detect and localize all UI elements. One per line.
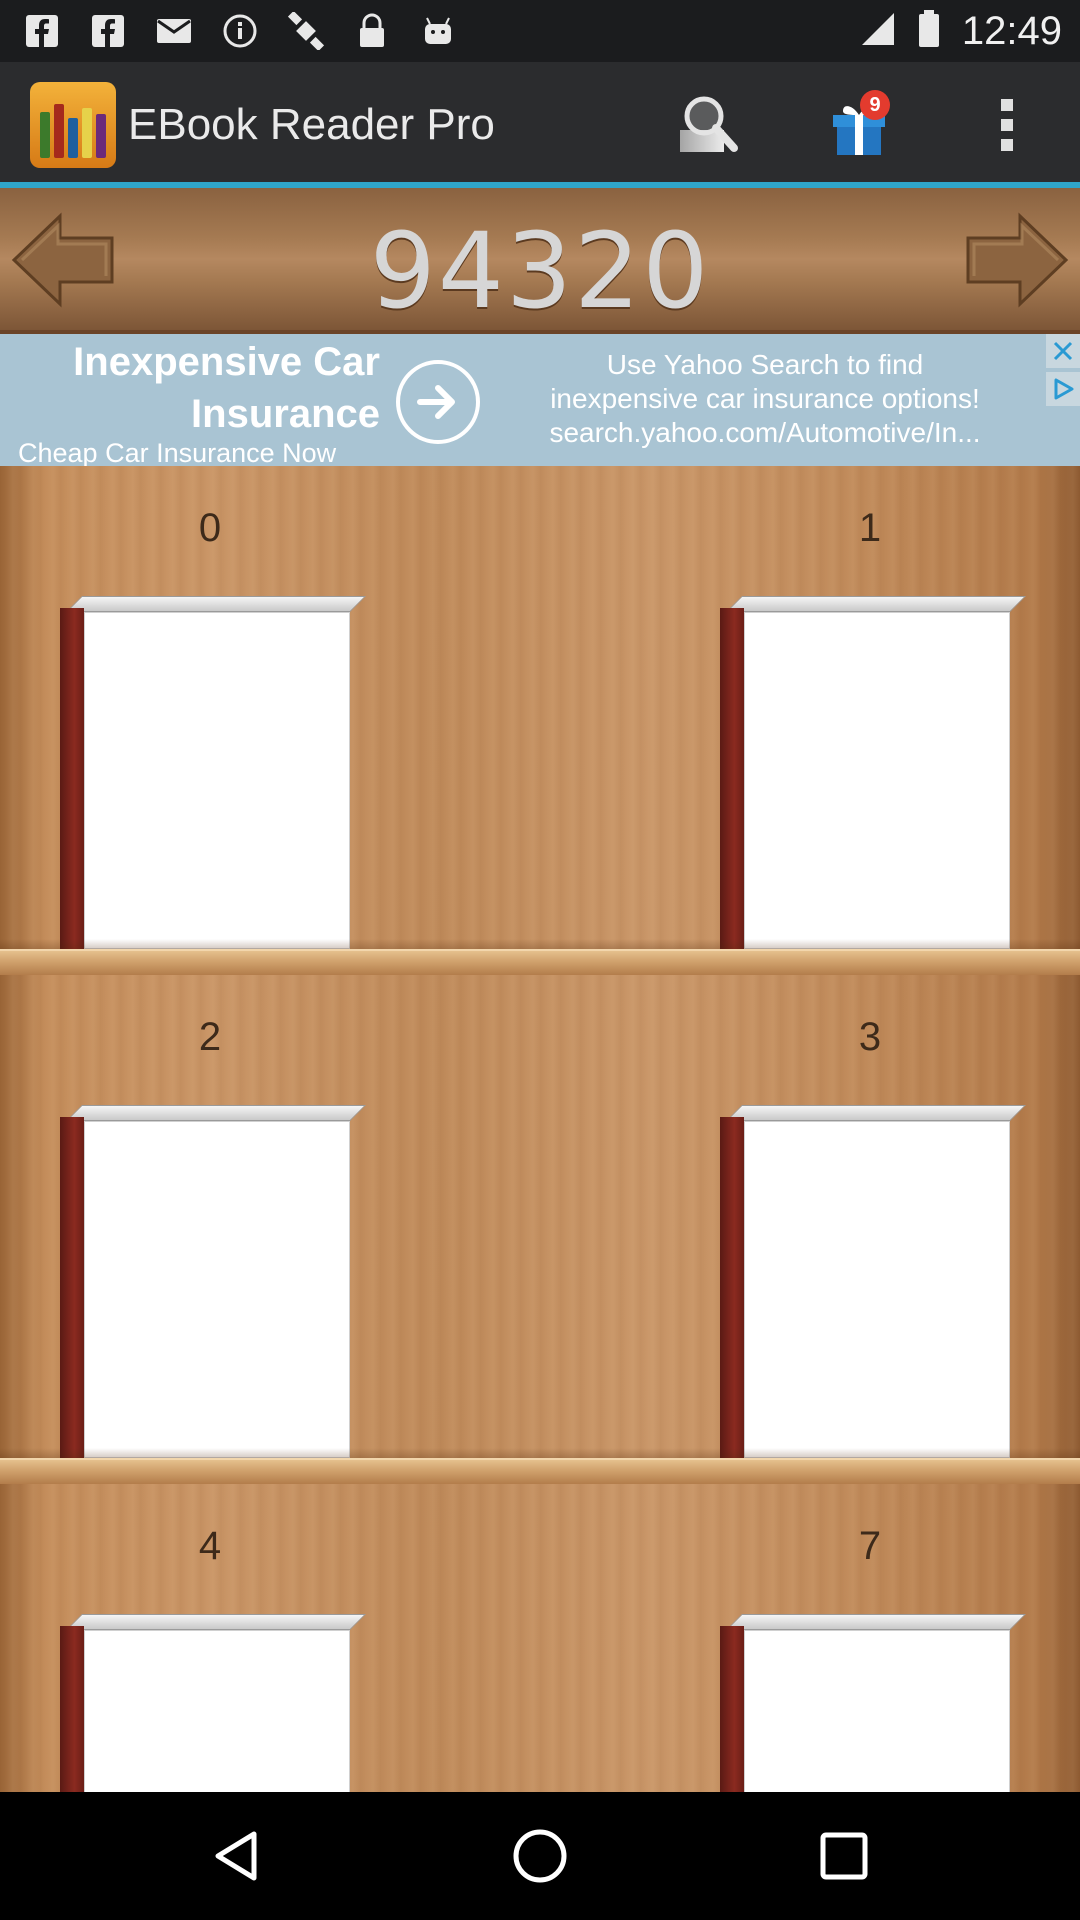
app-title: EBook Reader Pro	[128, 100, 495, 149]
battery-icon	[918, 9, 940, 53]
ad-body[interactable]: Use Yahoo Search to find inexpensive car…	[500, 348, 1030, 450]
ad-headline[interactable]: Inexpensive Car Insurance	[73, 336, 380, 440]
book-counter-bar: 94320	[0, 188, 1080, 334]
notification-badge: 9	[860, 90, 890, 120]
action-bar: EBook Reader Pro 9	[0, 62, 1080, 186]
ad-close-button[interactable]	[1046, 334, 1080, 368]
ad-subline: Cheap Car Insurance Now	[18, 438, 337, 466]
facebook-icon	[22, 11, 62, 51]
next-button[interactable]	[960, 210, 1070, 310]
clock: 12:49	[961, 8, 1062, 53]
shelf-plank	[0, 949, 1080, 975]
book-label: 3	[858, 1015, 882, 1059]
book-slot[interactable]: 1	[660, 466, 1080, 949]
book-cover	[744, 1121, 1010, 1458]
book-slot[interactable]: 7	[660, 1484, 1080, 1792]
book-label: 2	[198, 1015, 222, 1059]
book[interactable]	[60, 1614, 366, 1792]
book[interactable]	[60, 1105, 366, 1458]
arrow-right-icon	[417, 385, 455, 419]
book-cover	[84, 1630, 350, 1792]
lock-icon	[352, 11, 392, 51]
recents-icon	[820, 1832, 868, 1880]
overflow-menu-icon	[997, 95, 1017, 160]
ad-choices-button[interactable]	[1046, 372, 1080, 406]
mail-icon	[154, 11, 194, 51]
ad-choices-icon	[1054, 378, 1074, 400]
status-bar: 12:49	[0, 0, 1080, 62]
shelf-row: 2 3	[0, 975, 1080, 1484]
book[interactable]	[720, 596, 1026, 949]
book-cover	[84, 612, 350, 949]
book-label: 1	[858, 506, 882, 550]
back-icon	[215, 1831, 257, 1881]
arrow-right-icon	[966, 212, 1069, 308]
search-icon	[670, 90, 750, 165]
book-slot[interactable]: 0	[0, 466, 420, 949]
gps-icon	[286, 11, 326, 51]
bookshelf: 0 1 2 3 4 7	[0, 466, 1080, 1792]
info-icon	[220, 11, 260, 51]
notification-icons	[22, 10, 458, 52]
ad-banner[interactable]: Inexpensive Car Insurance Cheap Car Insu…	[0, 334, 1080, 466]
book-slot[interactable]: 2	[0, 975, 420, 1458]
back-button[interactable]	[196, 1816, 276, 1896]
shelf-row: 4 7	[0, 1484, 1080, 1792]
book-slot[interactable]: 4	[0, 1484, 420, 1792]
book-label: 0	[198, 506, 222, 550]
book-label: 4	[198, 1524, 222, 1568]
ad-arrow-button[interactable]	[396, 360, 480, 444]
signal-icon	[860, 11, 896, 52]
book-cover	[84, 1121, 350, 1458]
search-button[interactable]	[665, 82, 755, 172]
book-cover	[744, 612, 1010, 949]
recents-button[interactable]	[804, 1816, 884, 1896]
android-icon	[418, 11, 458, 51]
overflow-menu-button[interactable]	[962, 82, 1052, 172]
system-navigation-bar	[0, 1792, 1080, 1920]
book[interactable]	[60, 596, 366, 949]
book[interactable]	[720, 1614, 1026, 1792]
shelf-plank	[0, 1458, 1080, 1484]
status-right: 12:49	[860, 0, 1062, 62]
facebook-icon	[88, 11, 128, 51]
book-slot[interactable]: 3	[660, 975, 1080, 1458]
close-icon	[1053, 341, 1073, 361]
app-logo-icon[interactable]	[30, 82, 116, 168]
home-button[interactable]	[500, 1816, 580, 1896]
home-icon	[513, 1829, 567, 1883]
gift-button[interactable]: 9	[814, 82, 904, 172]
shelf-row: 0 1	[0, 466, 1080, 975]
book-label: 7	[858, 1524, 882, 1568]
book-cover	[744, 1630, 1010, 1792]
book-count: 94320	[369, 210, 711, 332]
book[interactable]	[720, 1105, 1026, 1458]
